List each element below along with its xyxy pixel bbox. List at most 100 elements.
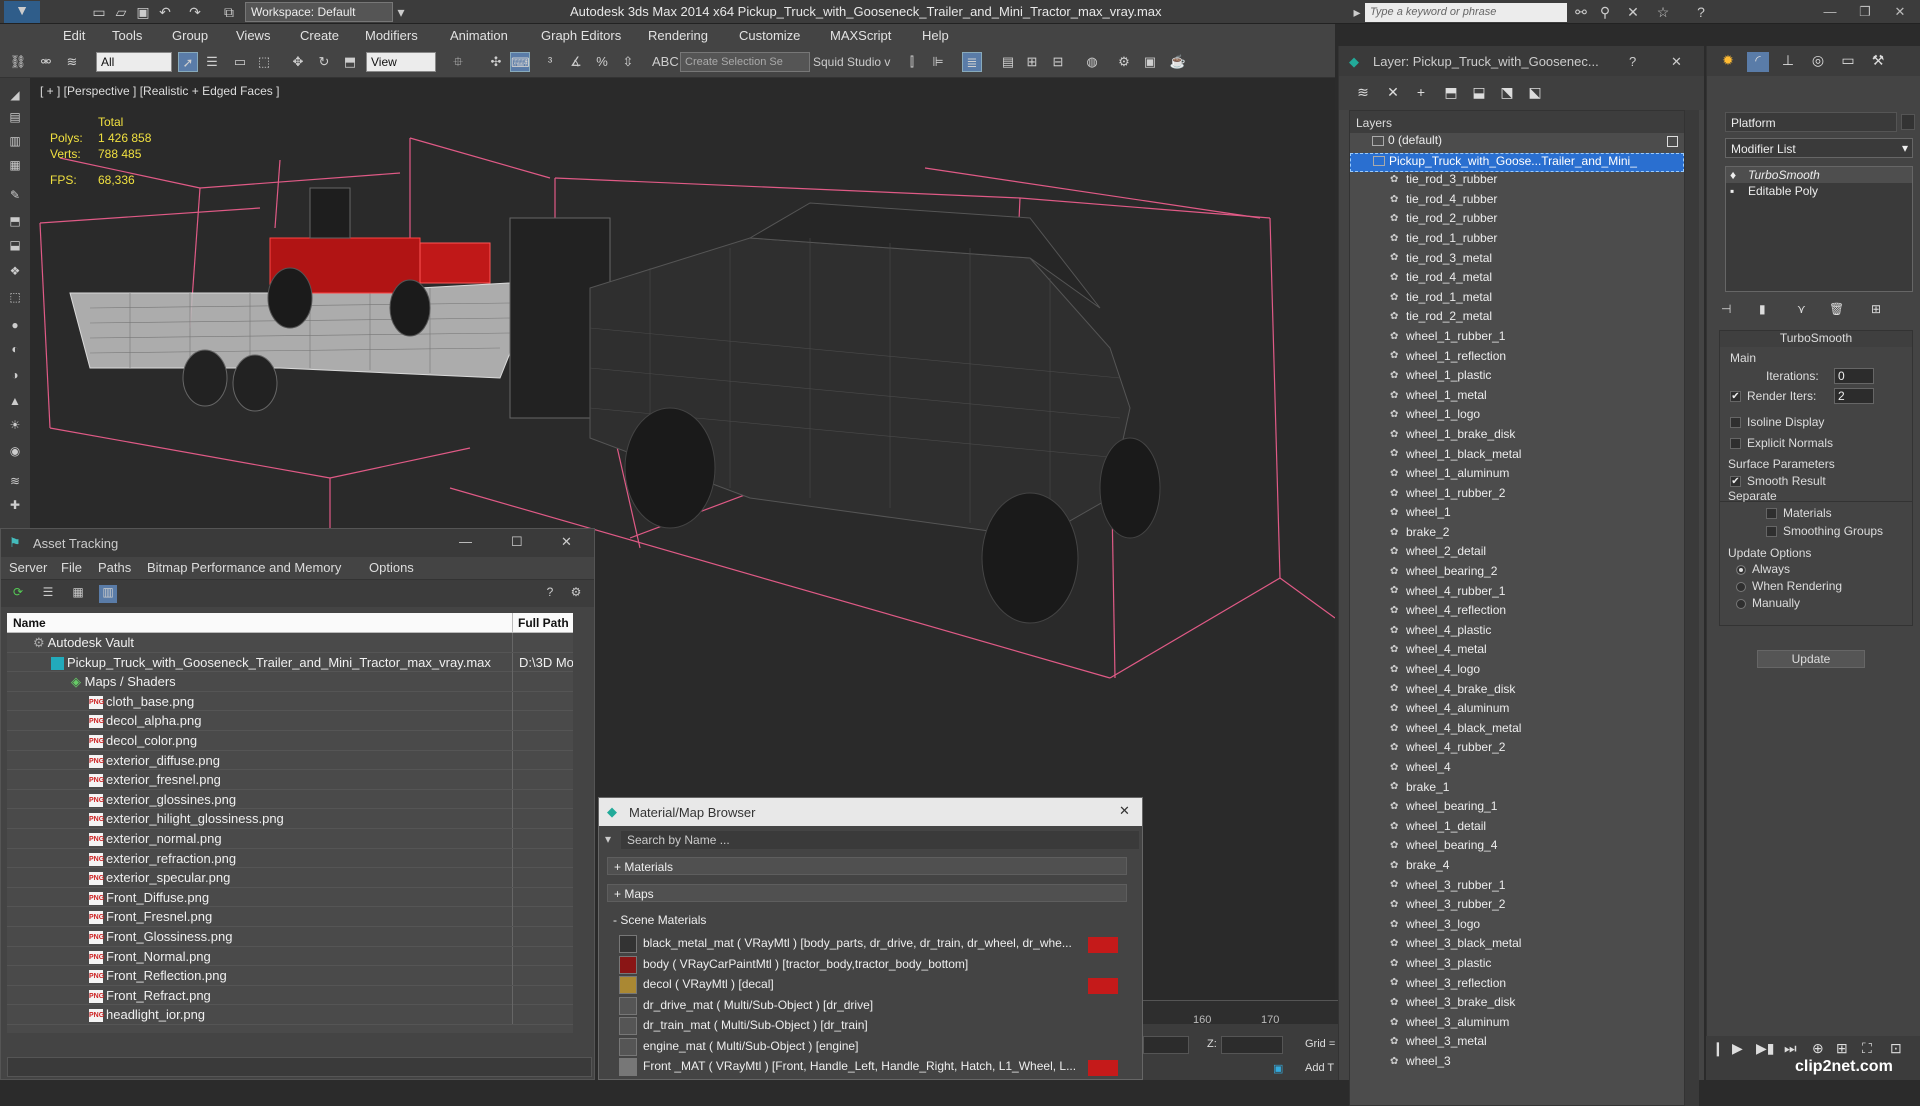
layer-object-item[interactable]: ✿ wheel_4_rubber_1 bbox=[1350, 584, 1684, 604]
layer-object-item[interactable]: ✿ wheel_2_detail bbox=[1350, 544, 1684, 564]
strip-tool-icon[interactable]: ▲ bbox=[6, 394, 24, 412]
layer-object-item[interactable]: ✿ wheel_4_plastic bbox=[1350, 623, 1684, 643]
table-row[interactable]: PNG exterior_normal.png bbox=[7, 828, 573, 849]
unlink-icon[interactable]: ⚮ bbox=[36, 52, 56, 72]
layer-scrollbar[interactable] bbox=[1685, 110, 1699, 1106]
layer-object-item[interactable]: ✿ brake_4 bbox=[1350, 858, 1684, 878]
graphite-ribbon-icon[interactable]: ▤ bbox=[998, 52, 1018, 72]
table-view-icon[interactable]: ▥ bbox=[99, 585, 117, 603]
layer-selected[interactable]: Pickup_Truck_with_Goose...Trailer_and_Mi… bbox=[1350, 152, 1684, 173]
table-row[interactable]: PNG Front_Reflection.png bbox=[7, 966, 573, 986]
menu-server[interactable]: Server bbox=[9, 560, 47, 575]
app-logo-icon[interactable]: ▼ bbox=[4, 1, 40, 23]
layer-object-item[interactable]: ✿ wheel_3_rubber_2 bbox=[1350, 897, 1684, 917]
utilities-tab-icon[interactable]: ⚒ bbox=[1867, 52, 1889, 72]
viewport-label[interactable]: [ + ] [Perspective ] [Realistic + Edged … bbox=[40, 84, 279, 98]
material-list-item[interactable]: dr_train_mat ( Multi/Sub-Object ) [dr_tr… bbox=[619, 1017, 1124, 1037]
smoothing-groups-checkbox[interactable] bbox=[1766, 526, 1777, 538]
hierarchy-tab-icon[interactable]: ⊥ bbox=[1777, 52, 1799, 72]
column-name[interactable]: Name bbox=[13, 616, 46, 630]
strip-tool-icon[interactable]: ▦ bbox=[6, 158, 24, 176]
list-view-icon[interactable]: ☰ bbox=[39, 585, 57, 603]
strip-tool-icon[interactable]: ⬒ bbox=[6, 214, 24, 232]
table-row[interactable]: PNG headlight_ior.png bbox=[7, 1005, 573, 1025]
strip-tool-icon[interactable]: ≋ bbox=[6, 474, 24, 492]
render-iters-spinner[interactable]: 2 bbox=[1834, 388, 1874, 404]
layer-object-item[interactable]: ✿ wheel_4_brake_disk bbox=[1350, 682, 1684, 702]
table-row[interactable]: PNG Front_Fresnel.png bbox=[7, 907, 573, 927]
zoom-icon[interactable]: ⊕ bbox=[1812, 1040, 1824, 1057]
object-color-swatch[interactable] bbox=[1901, 114, 1915, 130]
strip-tool-icon[interactable]: ◐ bbox=[6, 342, 24, 360]
material-list-item[interactable]: body ( VRayCarPaintMtl ) [tractor_body,t… bbox=[619, 955, 1124, 976]
layer-object-item[interactable]: ✿ wheel_1_brake_disk bbox=[1350, 427, 1684, 447]
layer-object-item[interactable]: ✿ tie_rod_1_metal bbox=[1350, 290, 1684, 310]
table-row[interactable]: PNG cloth_base.png bbox=[7, 691, 573, 712]
snaps-toggle-icon[interactable]: ³ bbox=[540, 52, 560, 72]
strip-tool-icon[interactable]: ◢ bbox=[6, 88, 24, 106]
layer-panel-titlebar[interactable]: ◆ Layer: Pickup_Truck_with_Goosenec... ?… bbox=[1339, 46, 1704, 76]
menu-group[interactable]: Group bbox=[172, 28, 208, 43]
window-crossing-icon[interactable]: ⬚ bbox=[254, 52, 274, 72]
menu-graph-editors[interactable]: Graph Editors bbox=[541, 28, 621, 43]
scale-icon[interactable]: ⬒ bbox=[340, 52, 360, 72]
close-button[interactable]: ✕ bbox=[1671, 54, 1682, 70]
layer-object-item[interactable]: ✿ wheel_1_black_metal bbox=[1350, 447, 1684, 467]
add-to-layer-icon[interactable]: + bbox=[1411, 84, 1431, 102]
layer-explorer-icon[interactable]: ≣ bbox=[962, 52, 982, 72]
layer-object-item[interactable]: ✿ brake_1 bbox=[1350, 780, 1684, 800]
layer-object-item[interactable]: ✿ tie_rod_4_metal bbox=[1350, 270, 1684, 290]
strip-tool-icon[interactable]: ⬓ bbox=[6, 238, 24, 256]
menu-views[interactable]: Views bbox=[236, 28, 270, 43]
settings-icon[interactable]: ⚙ bbox=[567, 585, 585, 603]
layer-object-item[interactable]: ✿ wheel_1 bbox=[1350, 505, 1684, 525]
zoom-all-icon[interactable]: ⊞ bbox=[1836, 1040, 1848, 1057]
layer-object-item[interactable]: ✿ wheel_4_metal bbox=[1350, 642, 1684, 662]
update-button[interactable]: Update bbox=[1757, 650, 1865, 668]
save-icon[interactable]: ▣ bbox=[134, 3, 152, 21]
material-list-item[interactable]: engine_mat ( Multi/Sub-Object ) [engine] bbox=[619, 1037, 1124, 1058]
explicit-normals-checkbox[interactable] bbox=[1730, 438, 1741, 450]
table-row[interactable]: ◈ Maps / Shaders bbox=[7, 672, 573, 692]
strip-tool-icon[interactable]: ✎ bbox=[6, 188, 24, 206]
scene-materials-group[interactable]: - Scene Materials bbox=[607, 911, 1127, 929]
material-browser-titlebar[interactable]: ◆ Material/Map Browser ✕ bbox=[599, 798, 1142, 826]
layer-object-item[interactable]: ✿ wheel_3_logo bbox=[1350, 917, 1684, 937]
menu-file[interactable]: File bbox=[61, 560, 82, 575]
search-input[interactable]: Search by Name ... bbox=[621, 831, 1139, 849]
create-tab-icon[interactable]: ✹ bbox=[1717, 52, 1739, 72]
schematic-view-icon[interactable]: ⊟ bbox=[1048, 52, 1068, 72]
minimize-button[interactable]: — bbox=[1815, 2, 1845, 22]
reference-coord-dropdown[interactable]: View bbox=[366, 52, 436, 72]
menu-bitmap-performance[interactable]: Bitmap Performance and Memory bbox=[147, 560, 341, 575]
maximize-button[interactable]: ☐ bbox=[511, 534, 523, 550]
step-forward-icon[interactable]: ▶▮ bbox=[1756, 1040, 1774, 1057]
strip-tool-icon[interactable]: ☀ bbox=[6, 418, 24, 436]
table-row[interactable]: PNG exterior_hilight_glossiness.png bbox=[7, 809, 573, 829]
smooth-result-checkbox[interactable]: ✔ bbox=[1730, 476, 1741, 488]
lock-icon[interactable]: ▣ bbox=[1273, 1062, 1283, 1075]
table-row[interactable]: PNG exterior_glossines.png bbox=[7, 789, 573, 810]
align-icon[interactable]: ⊫ bbox=[928, 52, 948, 72]
search-input[interactable]: Type a keyword or phrase bbox=[1365, 3, 1567, 22]
chevron-down-icon[interactable]: ▾ bbox=[392, 3, 410, 21]
display-tab-icon[interactable]: ▭ bbox=[1837, 52, 1859, 72]
play-icon[interactable]: ▶ bbox=[1732, 1040, 1743, 1057]
modifier-list-dropdown[interactable]: Modifier List ▾ bbox=[1725, 138, 1913, 158]
coord-z-field[interactable] bbox=[1221, 1036, 1283, 1054]
table-row[interactable]: PNG exterior_refraction.png bbox=[7, 848, 573, 869]
layer-object-item[interactable]: ✿ tie_rod_1_rubber bbox=[1350, 231, 1684, 251]
render-iters-checkbox[interactable]: ✔ bbox=[1730, 391, 1741, 403]
table-row[interactable]: PNG exterior_diffuse.png bbox=[7, 750, 573, 771]
angle-snap-icon[interactable]: ∡ bbox=[566, 52, 586, 72]
layer-default[interactable]: 0 (default) bbox=[1350, 133, 1684, 153]
delete-layer-icon[interactable]: ✕ bbox=[1383, 84, 1403, 102]
menu-customize[interactable]: Customize bbox=[739, 28, 800, 43]
communication-icon[interactable]: ✕ bbox=[1624, 3, 1642, 21]
pin-stack-icon[interactable]: ⊣ bbox=[1721, 302, 1731, 316]
favorites-star-icon[interactable]: ☆ bbox=[1654, 3, 1672, 21]
update-always-radio[interactable] bbox=[1736, 564, 1746, 575]
undo-icon[interactable]: ↶ bbox=[156, 3, 174, 21]
layer-object-item[interactable]: ✿ wheel_3_rubber_1 bbox=[1350, 878, 1684, 898]
motion-tab-icon[interactable]: ◎ bbox=[1807, 52, 1829, 72]
